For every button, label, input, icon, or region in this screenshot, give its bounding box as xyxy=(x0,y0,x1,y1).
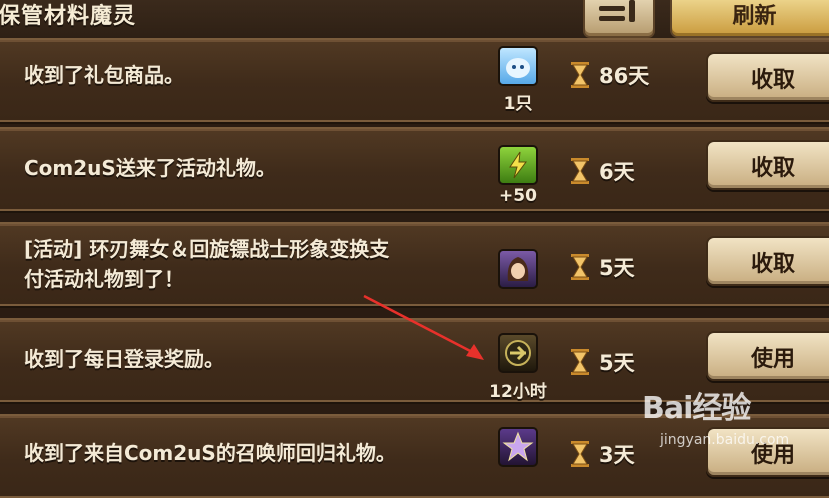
item-quantity: 1只 xyxy=(503,94,533,114)
days-remaining: 5天 xyxy=(599,351,635,375)
character-portrait-icon xyxy=(498,249,538,289)
days-remaining: 86天 xyxy=(599,64,650,88)
mail-message-line2: 付活动礼物到了！ xyxy=(24,267,184,291)
collect-label: 收取 xyxy=(750,68,795,93)
mail-row: [活动] 环刃舞女＆回旋镖战士形象变换支 付活动礼物到了！ xyxy=(0,222,829,306)
mail-row: 收到了礼包商品。 xyxy=(0,38,829,122)
collect-label: 收取 xyxy=(750,252,795,277)
sort-button[interactable] xyxy=(583,0,655,38)
collect-button[interactable]: 收取 xyxy=(706,52,829,102)
mail-message: 收到了每日登录奖励。 xyxy=(24,347,224,371)
days-remaining: 3天 xyxy=(599,443,635,467)
water-spirit-icon xyxy=(498,46,538,86)
collect-label: 收取 xyxy=(750,156,795,181)
sort-icon xyxy=(599,6,625,11)
boost-badge-icon xyxy=(498,333,538,373)
hourglass-icon xyxy=(571,158,589,184)
use-button[interactable]: 使用 xyxy=(706,331,829,381)
mail-row: Com2uS送来了活动礼物。 xyxy=(0,127,829,211)
hourglass-icon xyxy=(571,441,589,467)
days-remaining: 6天 xyxy=(599,160,635,184)
use-label: 使用 xyxy=(750,347,795,372)
mail-message: 收到了来自Com2uS的召唤师回归礼物。 xyxy=(24,441,396,465)
refresh-button[interactable]: 刷新 xyxy=(670,0,829,38)
hourglass-icon xyxy=(571,254,589,280)
item-quantity: +50 xyxy=(499,186,537,206)
hourglass-icon xyxy=(571,349,589,375)
collect-button[interactable]: 收取 xyxy=(706,236,829,286)
energy-bolt-icon xyxy=(498,145,538,185)
sort-icon-bar xyxy=(629,0,635,22)
star-emblem-icon xyxy=(498,427,538,467)
mail-message: 收到了礼包商品。 xyxy=(24,63,184,87)
refresh-label: 刷新 xyxy=(732,4,777,29)
page-title: 保管材料魔灵 xyxy=(0,4,137,29)
hourglass-icon xyxy=(571,62,589,88)
mail-message-line1: [活动] 环刃舞女＆回旋镖战士形象变换支 xyxy=(24,237,390,261)
mail-message: Com2uS送来了活动礼物。 xyxy=(24,156,276,180)
watermark-url: jingyan.baidu.com xyxy=(660,432,790,448)
item-quantity: 12小时 xyxy=(489,382,547,402)
collect-button[interactable]: 收取 xyxy=(706,140,829,190)
watermark-logo: Bai经验 xyxy=(642,391,751,426)
days-remaining: 5天 xyxy=(599,256,635,280)
sort-icon-bar xyxy=(599,16,625,21)
